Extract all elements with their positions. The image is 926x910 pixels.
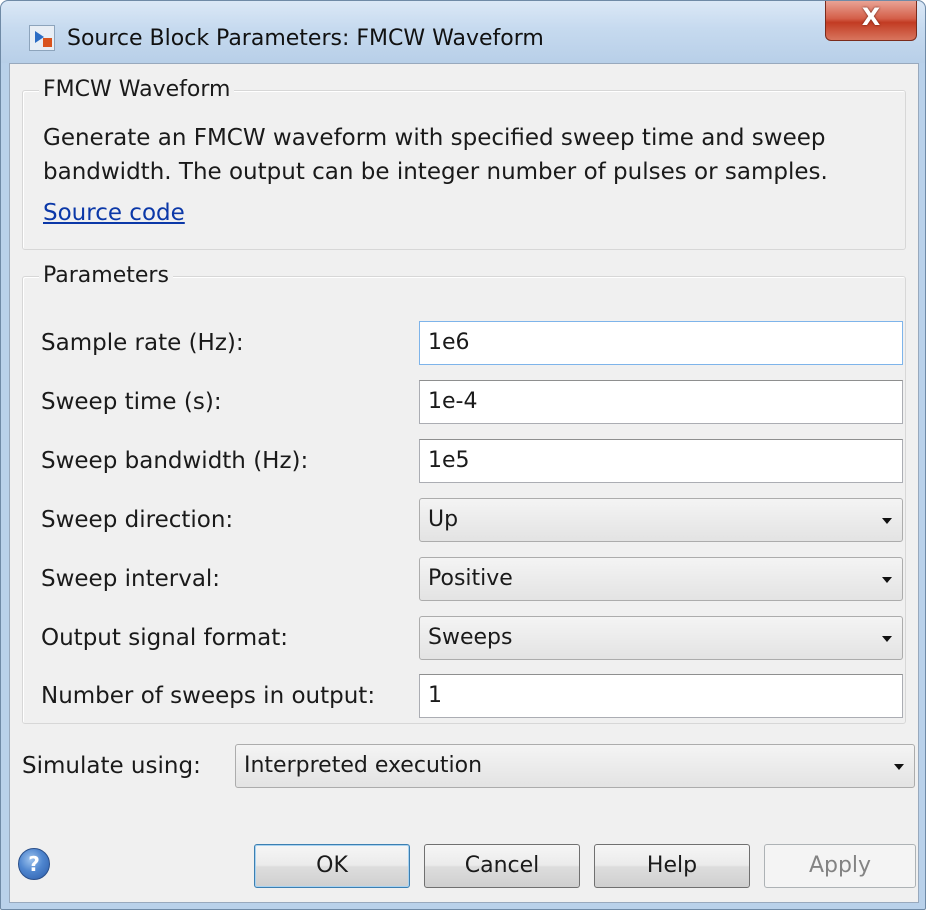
number-of-sweeps-input[interactable]: 1 — [419, 674, 903, 718]
title-bar[interactable]: Source Block Parameters: FMCW Waveform X — [1, 1, 925, 63]
dialog-window: Source Block Parameters: FMCW Waveform X… — [0, 0, 926, 910]
close-icon: X — [861, 3, 881, 31]
simulate-using-label: Simulate using: — [22, 753, 201, 779]
cancel-button[interactable]: Cancel — [424, 844, 580, 888]
sweep-interval-select[interactable]: Positive — [419, 557, 903, 601]
sweep-time-label: Sweep time (s): — [41, 389, 222, 415]
help-icon[interactable]: ? — [18, 848, 50, 880]
output-signal-format-value: Sweeps — [428, 625, 513, 650]
help-button[interactable]: Help — [594, 844, 750, 888]
description-group: FMCW Waveform Generate an FMCW waveform … — [22, 77, 906, 250]
parameters-group: Parameters Sample rate (Hz): 1e6 Sweep t… — [22, 263, 906, 724]
window-title: Source Block Parameters: FMCW Waveform — [67, 26, 544, 51]
simulate-using-select[interactable]: Interpreted execution — [235, 744, 915, 788]
sweep-direction-value: Up — [428, 507, 459, 532]
sweep-bandwidth-label: Sweep bandwidth (Hz): — [41, 448, 309, 474]
sample-rate-input[interactable]: 1e6 — [419, 321, 903, 365]
output-signal-format-select[interactable]: Sweeps — [419, 616, 903, 660]
close-button[interactable]: X — [825, 1, 917, 41]
dialog-body: FMCW Waveform Generate an FMCW waveform … — [9, 63, 919, 903]
description-group-title: FMCW Waveform — [39, 77, 235, 103]
simulate-using-value: Interpreted execution — [244, 753, 483, 778]
output-signal-format-label: Output signal format: — [41, 625, 289, 651]
sweep-interval-label: Sweep interval: — [41, 566, 221, 592]
chevron-down-icon — [882, 636, 892, 642]
description-line-2: bandwidth. The output can be integer num… — [43, 159, 828, 185]
chevron-down-icon — [894, 764, 904, 770]
sweep-direction-select[interactable]: Up — [419, 498, 903, 542]
simulink-block-icon — [29, 25, 55, 51]
apply-button[interactable]: Apply — [764, 844, 916, 888]
sweep-bandwidth-input[interactable]: 1e5 — [419, 439, 903, 483]
description-line-1: Generate an FMCW waveform with specified… — [43, 125, 826, 151]
source-code-link[interactable]: Source code — [43, 199, 185, 227]
chevron-down-icon — [882, 518, 892, 524]
sweep-interval-value: Positive — [428, 566, 513, 591]
parameters-group-title: Parameters — [39, 263, 173, 289]
sample-rate-label: Sample rate (Hz): — [41, 330, 244, 356]
chevron-down-icon — [882, 577, 892, 583]
ok-button[interactable]: OK — [254, 844, 410, 888]
sweep-time-input[interactable]: 1e-4 — [419, 380, 903, 424]
sweep-direction-label: Sweep direction: — [41, 507, 234, 533]
number-of-sweeps-label: Number of sweeps in output: — [41, 683, 376, 709]
